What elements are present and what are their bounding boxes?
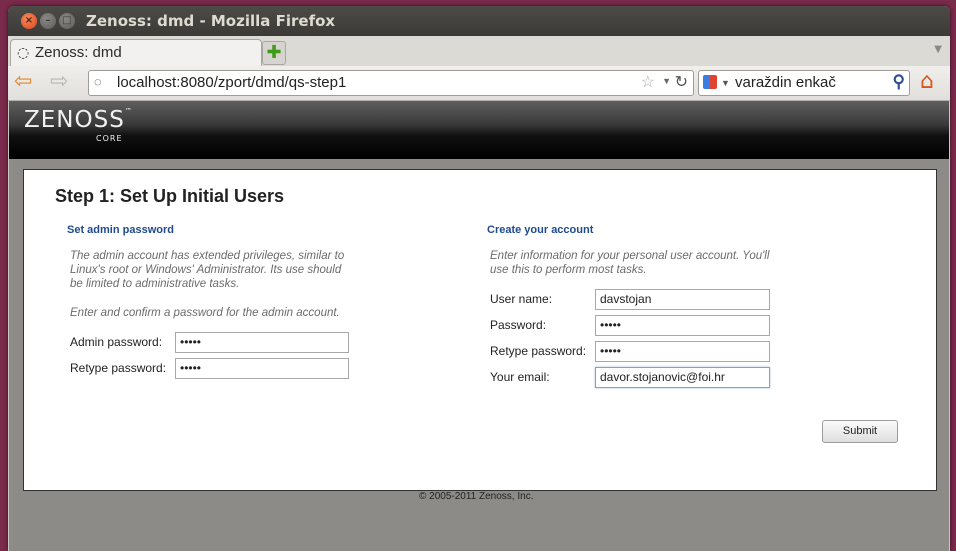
zenoss-logo: ZENOSS™ CORE [24, 107, 132, 143]
maximize-window-button[interactable]: □ [59, 13, 75, 29]
admin-description-line: The admin account has extended privilege… [70, 250, 345, 262]
logo-core: CORE [96, 134, 123, 143]
back-button[interactable]: ⇦ [14, 70, 32, 94]
account-description: Enter information for your personal user… [490, 249, 769, 277]
logo-wordmark: ZENOSS [24, 107, 125, 133]
search-icon[interactable]: ⚲ [893, 72, 905, 92]
password-label: Password: [490, 318, 547, 332]
admin-retype-field[interactable]: ••••• [175, 358, 349, 379]
admin-section-heading: Set admin password [67, 224, 174, 236]
submit-button[interactable]: Submit [822, 420, 898, 443]
admin-description-line: be limited to administrative tasks. [70, 278, 240, 290]
account-section-heading: Create your account [487, 224, 594, 236]
tab-list-icon[interactable]: ▼ [934, 44, 942, 55]
account-description-line: use this to perform most tasks. [490, 264, 647, 276]
admin-instruction: Enter and confirm a password for the adm… [70, 307, 340, 319]
email-label: Your email: [490, 370, 550, 384]
retype-password-label: Retype password: [490, 344, 587, 358]
url-history-dropdown-icon[interactable]: ▼ [662, 76, 671, 86]
logo-trademark: ™ [124, 107, 132, 115]
forward-button[interactable]: ⇨ [50, 70, 68, 94]
email-field[interactable]: davor.stojanovic@foi.hr [595, 367, 770, 388]
reload-icon[interactable]: ↻ [675, 72, 688, 92]
account-description-line: Enter information for your personal user… [490, 250, 770, 262]
google-engine-icon[interactable] [703, 75, 717, 89]
search-engine-dropdown-icon[interactable]: ▼ [721, 78, 730, 88]
admin-retype-label: Retype password: [70, 361, 167, 375]
site-identity-icon[interactable]: ◌ [94, 74, 102, 89]
tab-zenoss[interactable]: ◌ Zenoss: dmd [10, 39, 262, 67]
admin-description: The admin account has extended privilege… [70, 249, 344, 291]
loading-icon: ◌ [17, 45, 30, 61]
username-label: User name: [490, 292, 553, 306]
copyright-footer: © 2005-2011 Zenoss, Inc. [419, 491, 534, 502]
page-title: Step 1: Set Up Initial Users [55, 186, 285, 206]
tab-strip: ◌ Zenoss: dmd ✚ ▼ [8, 36, 950, 67]
minimize-window-button[interactable]: – [40, 13, 56, 29]
url-bar[interactable]: ◌ localhost:8080/zport/dmd/qs-step1 ☆ ▼ … [88, 70, 694, 96]
firefox-window: × – □ Zenoss: dmd - Mozilla Firefox ◌ Ze… [8, 6, 950, 551]
close-window-button[interactable]: × [21, 13, 37, 29]
search-bar[interactable]: ▼ varaždin enkač ⚲ [698, 70, 910, 96]
bookmark-star-icon[interactable]: ☆ [641, 72, 655, 92]
search-input[interactable]: varaždin enkač [735, 74, 836, 91]
title-bar: × – □ Zenoss: dmd - Mozilla Firefox [8, 6, 950, 36]
new-tab-button[interactable]: ✚ [262, 41, 286, 65]
admin-password-field[interactable]: ••••• [175, 332, 349, 353]
password-field[interactable]: ••••• [595, 315, 770, 336]
retype-password-field[interactable]: ••••• [595, 341, 770, 362]
tab-label: Zenoss: dmd [35, 44, 122, 61]
home-icon[interactable]: ⌂ [920, 70, 934, 94]
admin-password-label: Admin password: [70, 335, 163, 349]
username-field[interactable]: davstojan [595, 289, 770, 310]
navigation-toolbar: ⇦ ⇨ ◌ localhost:8080/zport/dmd/qs-step1 … [8, 66, 950, 101]
admin-description-line: Linux's root or Windows' Administrator. … [70, 264, 342, 276]
window-title: Zenoss: dmd - Mozilla Firefox [86, 12, 336, 30]
zenoss-header: ZENOSS™ CORE [9, 101, 949, 159]
setup-panel: Step 1: Set Up Initial Users Set admin p… [23, 169, 937, 491]
url-text[interactable]: localhost:8080/zport/dmd/qs-step1 [117, 74, 346, 91]
